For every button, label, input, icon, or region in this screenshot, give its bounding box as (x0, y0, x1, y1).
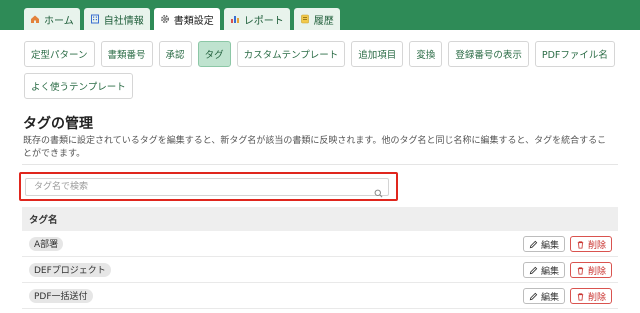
tab-label: 自社情報 (103, 15, 144, 27)
subtab-approval[interactable]: 承認 (158, 41, 192, 67)
subtab-conversion[interactable]: 変換 (409, 41, 443, 67)
home-icon (30, 14, 40, 24)
tab-label: 書類設定 (173, 15, 214, 27)
delete-button[interactable]: 削除 (569, 288, 612, 304)
subtab-tag[interactable]: タグ (197, 41, 231, 67)
page-description: 既存の書類に設定されているタグを編集すると、新タグ名が該当の書類に反映されます。… (23, 136, 607, 159)
tab-label: レポート (243, 15, 284, 27)
settings-subtabs: 定型パターン 書類番号 承認 タグ カスタムテンプレート 追加項目 変換 登録番… (24, 41, 620, 99)
edit-button[interactable]: 編集 (522, 262, 565, 278)
row-actions: 編集 削除 (522, 262, 612, 278)
subtab-custom-template[interactable]: カスタムテンプレート (236, 41, 346, 67)
delete-button[interactable]: 削除 (569, 236, 612, 252)
edit-label: 編集 (540, 240, 559, 251)
table-header: タグ名 (22, 207, 618, 231)
subtab-frequent-templates[interactable]: よく使うテンプレート (24, 73, 133, 99)
gear-icon (160, 14, 170, 24)
row-actions: 編集 削除 (522, 288, 612, 304)
tab-label: 履歴 (313, 15, 334, 27)
tab-home[interactable]: ホーム (24, 8, 80, 30)
column-tag-name: タグ名 (29, 215, 58, 226)
table-row: DEFプロジェクト 編集 削除 (22, 257, 618, 283)
tab-company-info[interactable]: 自社情報 (83, 8, 150, 30)
edit-label: 編集 (540, 266, 559, 277)
tag-search-input[interactable] (25, 178, 389, 196)
tag-table: タグ名 A部署 編集 削除 DEFプロジェクト 編集 削除 PDF一括送付 編集… (22, 207, 618, 309)
delete-label: 削除 (587, 266, 606, 277)
tag-chip: DEFプロジェクト (29, 262, 111, 277)
tab-report[interactable]: レポート (223, 8, 290, 30)
trash-icon (577, 240, 584, 249)
trash-icon (577, 266, 584, 275)
edit-button[interactable]: 編集 (522, 288, 565, 304)
search-highlight-box (19, 172, 398, 201)
top-tabs: ホーム 自社情報 書類設定 レポート 履歴 (24, 8, 340, 30)
edit-button[interactable]: 編集 (522, 236, 565, 252)
pencil-icon (529, 240, 538, 248)
delete-button[interactable]: 削除 (569, 262, 612, 278)
table-row: A部署 編集 削除 (22, 231, 618, 257)
divider (22, 164, 618, 165)
tag-chip: A部署 (29, 236, 64, 251)
building-icon (90, 14, 100, 24)
edit-label: 編集 (540, 292, 559, 303)
pencil-icon (529, 266, 538, 274)
delete-label: 削除 (587, 292, 606, 303)
subtab-fixed-pattern[interactable]: 定型パターン (24, 41, 95, 67)
page-title: タグの管理 (23, 116, 93, 132)
trash-icon (577, 292, 584, 301)
tag-chip: PDF一括送付 (29, 288, 93, 303)
tab-label: ホーム (44, 15, 74, 27)
table-row: PDF一括送付 編集 削除 (22, 283, 618, 309)
subtab-document-number[interactable]: 書類番号 (100, 41, 153, 67)
subtab-additional-items[interactable]: 追加項目 (351, 41, 404, 67)
chart-icon (230, 14, 240, 24)
subtab-pdf-filename[interactable]: PDFファイル名 (534, 41, 615, 67)
tab-document-settings[interactable]: 書類設定 (153, 8, 220, 30)
search-icon[interactable] (374, 183, 383, 198)
tab-history[interactable]: 履歴 (293, 8, 340, 30)
pencil-icon (529, 292, 538, 300)
history-icon (300, 14, 310, 24)
subtab-registration-number[interactable]: 登録番号の表示 (448, 41, 529, 67)
top-tab-bar: ホーム 自社情報 書類設定 レポート 履歴 (0, 0, 640, 30)
delete-label: 削除 (587, 240, 606, 251)
row-actions: 編集 削除 (522, 236, 612, 252)
